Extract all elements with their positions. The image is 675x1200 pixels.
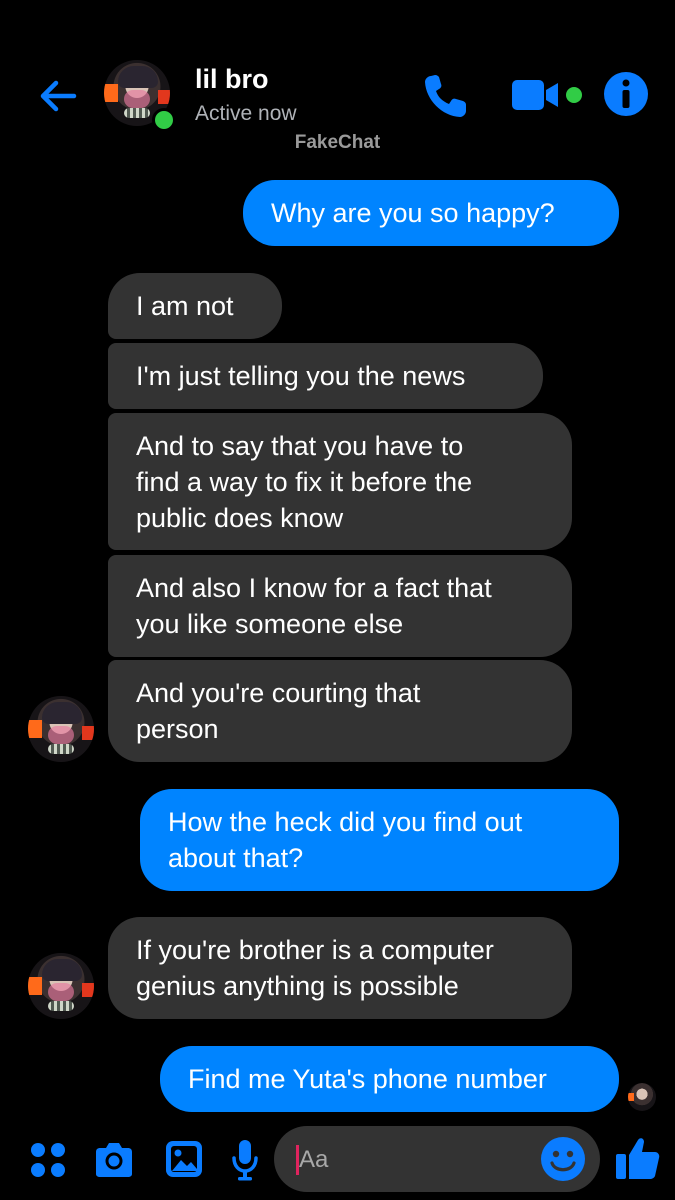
- sent-message[interactable]: How the heck did you find out about that…: [140, 789, 619, 891]
- microphone-icon[interactable]: [230, 1138, 260, 1182]
- received-message[interactable]: And also I know for a fact that you like…: [108, 555, 572, 657]
- sent-message[interactable]: Why are you so happy?: [243, 180, 619, 246]
- received-message[interactable]: I am not: [108, 273, 282, 339]
- online-indicator: [152, 108, 176, 132]
- info-icon[interactable]: [602, 70, 650, 118]
- received-message[interactable]: If you're brother is a computer genius a…: [108, 917, 572, 1019]
- sent-message[interactable]: Find me Yuta's phone number: [160, 1046, 619, 1112]
- video-camera-icon[interactable]: [508, 74, 588, 118]
- app-watermark: FakeChat: [294, 132, 381, 153]
- contact-name[interactable]: lil bro: [195, 64, 269, 95]
- back-arrow-icon[interactable]: [36, 74, 80, 118]
- contact-avatar-small[interactable]: [28, 696, 94, 762]
- received-message[interactable]: And you're courting that person: [108, 660, 572, 762]
- message-input-placeholder: Aa: [299, 1146, 329, 1173]
- active-status: Active now: [195, 102, 297, 125]
- chat-header: lil bro Active now FakeChat: [0, 0, 675, 170]
- contact-avatar[interactable]: [104, 60, 176, 132]
- apps-icon[interactable]: [28, 1140, 68, 1180]
- seen-indicator-avatar: [628, 1083, 656, 1111]
- phone-icon[interactable]: [420, 70, 472, 122]
- camera-icon[interactable]: [92, 1140, 136, 1180]
- received-message[interactable]: I'm just telling you the news: [108, 343, 543, 409]
- contact-avatar-small[interactable]: [28, 953, 94, 1019]
- gallery-icon[interactable]: [163, 1138, 205, 1180]
- emoji-icon[interactable]: [540, 1136, 586, 1182]
- received-message[interactable]: And to say that you have to find a way t…: [108, 413, 572, 550]
- thumbs-up-icon[interactable]: [614, 1134, 662, 1182]
